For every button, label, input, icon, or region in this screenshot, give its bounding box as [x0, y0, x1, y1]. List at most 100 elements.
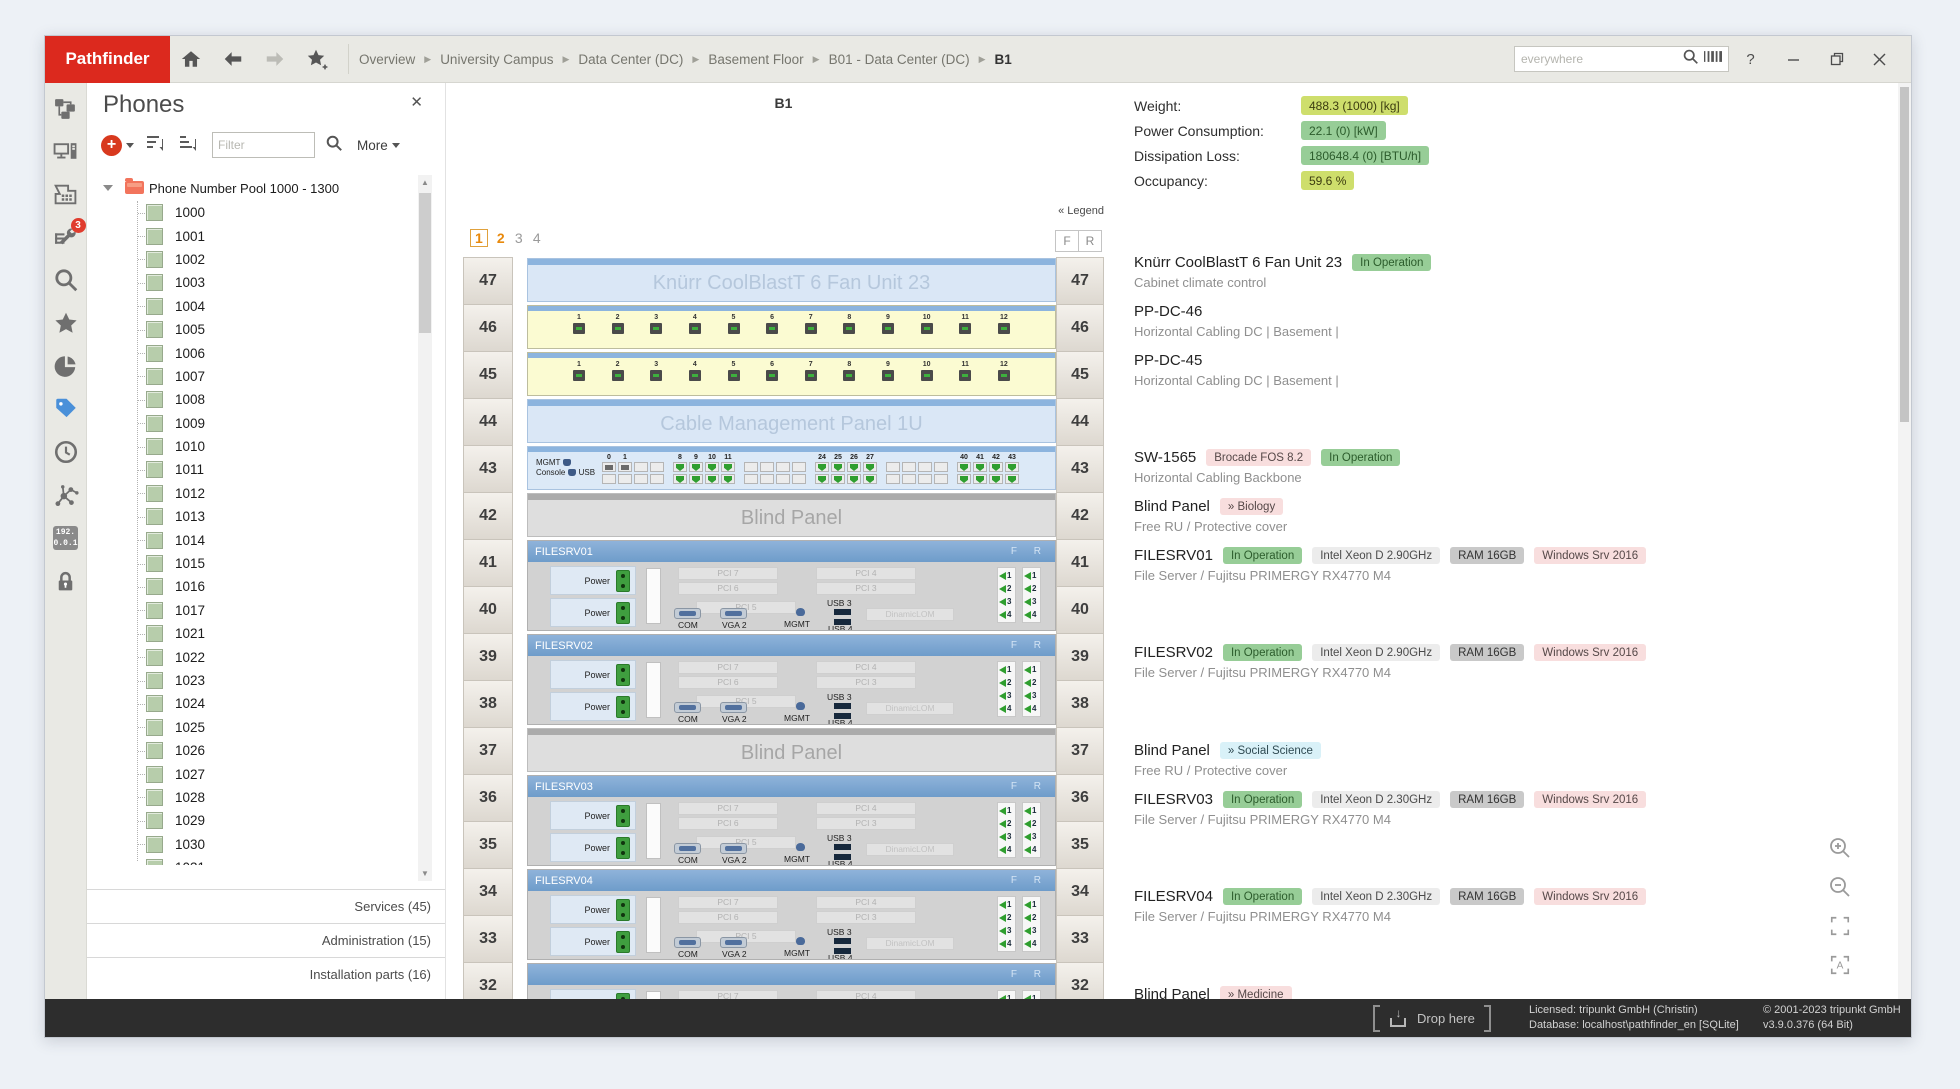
network-graph-icon[interactable]: [53, 482, 79, 508]
lom-slot[interactable]: DinamicLOM: [866, 608, 954, 621]
details-scrollbar[interactable]: [1898, 83, 1911, 1001]
switch-port[interactable]: [863, 474, 877, 484]
ip-address-icon[interactable]: 192. 0.0.1: [53, 525, 79, 551]
app-logo[interactable]: Pathfinder: [45, 36, 170, 83]
switch-port[interactable]: [618, 474, 632, 484]
patch-port[interactable]: 7: [804, 361, 817, 381]
rack-device-filesrv01[interactable]: FILESRV01 F R Power Power PCI 7 PCI 6 PCI 5 PCI…: [527, 540, 1056, 631]
phone-number-item[interactable]: 1005: [87, 318, 417, 341]
switch-port[interactable]: [634, 462, 648, 472]
pie-chart-icon[interactable]: [53, 353, 79, 379]
breadcrumb-item[interactable]: University Campus: [440, 52, 553, 67]
drop-target[interactable]: ↓ Drop here: [1373, 999, 1491, 1037]
switch-port[interactable]: [847, 474, 861, 484]
phone-number-item[interactable]: 1004: [87, 295, 417, 318]
switch-port[interactable]: [957, 462, 971, 472]
device-list-item[interactable]: SW-1565 Brocade FOS 8.2 In Operation Horizo…: [1134, 449, 1875, 485]
pci-slot[interactable]: PCI 3: [816, 676, 916, 689]
device-title[interactable]: PP-DC-46: [1134, 303, 1202, 320]
patch-port[interactable]: 2: [611, 314, 624, 334]
switch-port[interactable]: [650, 474, 664, 484]
rack-device-cable-management-panel-1u[interactable]: Cable Management Panel 1U: [527, 399, 1056, 443]
switch-port[interactable]: [760, 474, 774, 484]
phone-number-item[interactable]: 1027: [87, 762, 417, 785]
device-list-item[interactable]: FILESRV03 In Operation Intel Xeon D 2.30GH…: [1134, 791, 1875, 827]
lom-slot[interactable]: DinamicLOM: [866, 843, 954, 856]
device-title[interactable]: SW-1565: [1134, 449, 1196, 466]
power-supply[interactable]: Power: [550, 801, 636, 830]
patch-port[interactable]: 4: [688, 361, 701, 381]
home-icon[interactable]: [170, 36, 212, 83]
lock-icon[interactable]: [53, 568, 79, 594]
switch-port[interactable]: [650, 462, 664, 472]
patch-port[interactable]: 1: [573, 314, 585, 334]
phone-number-item[interactable]: 1028: [87, 786, 417, 809]
rack-page-3[interactable]: 3: [514, 230, 524, 246]
switch-port[interactable]: [973, 462, 987, 472]
phone-number-item[interactable]: 1002: [87, 248, 417, 271]
tree-search-icon[interactable]: [325, 134, 343, 157]
device-list-item[interactable]: PP-DC-45 Horizontal Cabling DC | Basement…: [1134, 352, 1875, 388]
rack-device-patch-panel[interactable]: 1 2 3 4 5 6 7 8 9 10 11 12: [527, 352, 1056, 396]
patch-port[interactable]: 9: [882, 314, 894, 334]
phone-number-item[interactable]: 1025: [87, 716, 417, 739]
device-title[interactable]: Blind Panel: [1134, 498, 1210, 515]
phone-number-item[interactable]: 1023: [87, 669, 417, 692]
switch-port[interactable]: [689, 474, 703, 484]
patch-port[interactable]: 11: [959, 361, 972, 381]
switch-port[interactable]: [721, 462, 735, 472]
patch-port[interactable]: 2: [611, 361, 624, 381]
switch-port[interactable]: [776, 462, 790, 472]
power-supply[interactable]: Power: [550, 927, 636, 956]
rack-device-filesrv04[interactable]: FILESRV04 F R Power Power PCI 7 PCI 6 PCI 5 PCI…: [527, 869, 1056, 960]
barcode-scan-icon[interactable]: [1704, 49, 1722, 69]
switch-port[interactable]: [886, 474, 900, 484]
pci-slot[interactable]: PCI 6: [678, 676, 778, 689]
switch-port[interactable]: [721, 474, 735, 484]
device-list-item[interactable]: Blind Panel » Biology Free RU / Protective…: [1134, 498, 1875, 534]
phone-number-item[interactable]: 1029: [87, 809, 417, 832]
phone-number-item[interactable]: 1000: [87, 201, 417, 224]
switch-port[interactable]: [618, 462, 632, 472]
switch-port[interactable]: [602, 474, 616, 484]
pci-slot[interactable]: PCI 6: [678, 817, 778, 830]
phones-scrollbar[interactable]: ▲ ▼: [418, 175, 432, 881]
device-title[interactable]: Blind Panel: [1134, 742, 1210, 759]
switch-port[interactable]: [673, 462, 687, 472]
device-title[interactable]: FILESRV01: [1134, 547, 1213, 564]
power-supply[interactable]: Power: [550, 566, 636, 595]
switch-port[interactable]: [847, 462, 861, 472]
patch-port[interactable]: 3: [650, 361, 663, 381]
zoom-out-icon[interactable]: [1827, 874, 1853, 900]
switch-port[interactable]: [831, 474, 845, 484]
switch-port[interactable]: [705, 462, 719, 472]
switch-port[interactable]: [989, 462, 1003, 472]
phone-number-item[interactable]: 1030: [87, 833, 417, 856]
back-arrow-icon[interactable]: [212, 36, 254, 83]
pci-slot[interactable]: PCI 7: [678, 661, 778, 674]
fit-view-icon[interactable]: [1827, 913, 1853, 939]
panel-close-icon[interactable]: ✕: [410, 93, 423, 111]
rack-page-4[interactable]: 4: [532, 230, 542, 246]
sort-descending-icon[interactable]: [180, 135, 200, 156]
switch-port[interactable]: [957, 474, 971, 484]
phone-number-item[interactable]: 1017: [87, 599, 417, 622]
topology-icon[interactable]: [53, 95, 79, 121]
switch-port[interactable]: [602, 462, 616, 472]
phone-number-item[interactable]: 1026: [87, 739, 417, 762]
pci-slot[interactable]: PCI 3: [816, 817, 916, 830]
history-clock-icon[interactable]: [53, 439, 79, 465]
floorplan-icon[interactable]: [53, 181, 79, 207]
switch-port[interactable]: [744, 474, 758, 484]
forward-arrow-icon[interactable]: [254, 36, 296, 83]
rack-device-switch[interactable]: MGMT Console USB 0 1 8 9 10 11 24 25 26 27 40 41 42 43: [527, 446, 1056, 490]
patch-port[interactable]: 8: [843, 314, 856, 334]
breadcrumb-item[interactable]: Basement Floor: [708, 52, 803, 67]
pci-slot[interactable]: PCI 6: [678, 911, 778, 924]
patch-port[interactable]: 7: [804, 314, 817, 334]
global-search-box[interactable]: [1514, 46, 1729, 72]
filter-field[interactable]: [212, 132, 315, 158]
phone-number-item[interactable]: 1009: [87, 412, 417, 435]
pci-slot[interactable]: PCI 4: [816, 661, 916, 674]
patch-port[interactable]: 5: [727, 361, 740, 381]
